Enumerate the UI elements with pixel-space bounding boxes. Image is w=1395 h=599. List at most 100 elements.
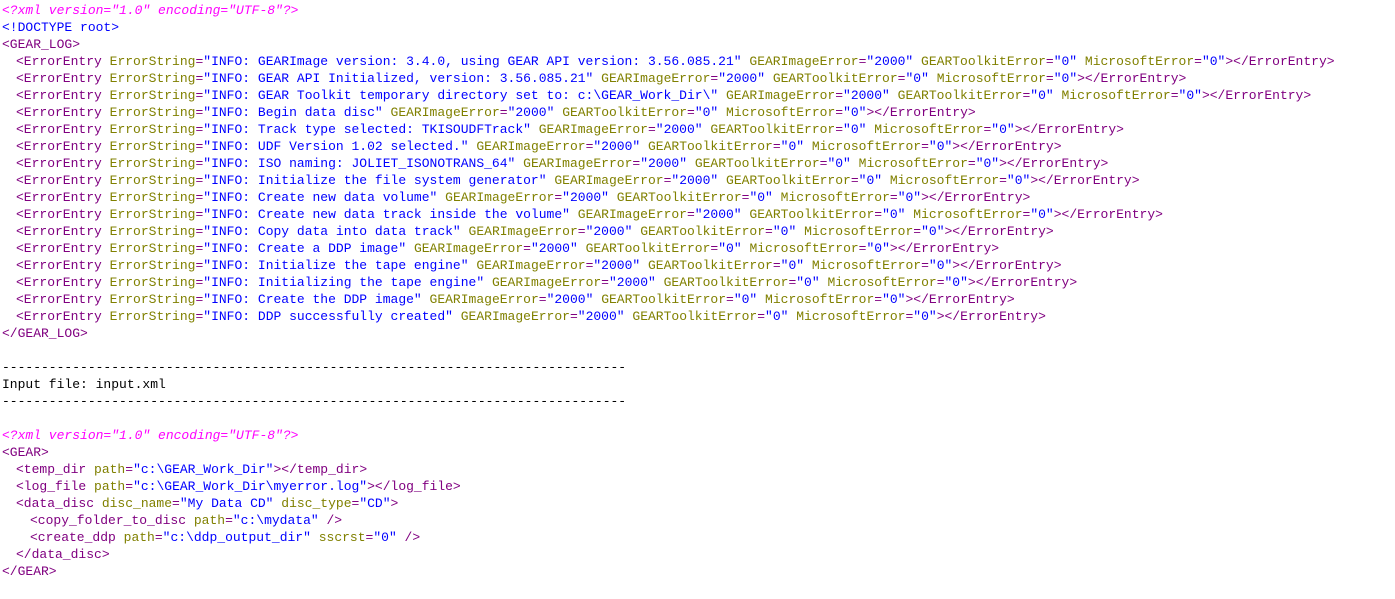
attr-value: "INFO: GEAR API Initialized, version: 3.… [203, 71, 593, 86]
attr-name: GEARToolkitError [664, 275, 789, 290]
error-entry: <ErrorEntry ErrorString="INFO: Copy data… [2, 223, 1393, 240]
error-entry-tag: <ErrorEntry [16, 173, 102, 188]
attr-value: "0" [898, 190, 921, 205]
attr-value: "2000" [593, 139, 640, 154]
attr-name: path [124, 530, 155, 545]
gear-close: </GEAR> [2, 563, 1393, 580]
error-entry-close: ></ErrorEntry> [952, 258, 1061, 273]
separator: ----------------------------------------… [2, 359, 1393, 376]
data-disc-open: <data_disc disc_name="My Data CD" disc_t… [2, 495, 1393, 512]
attr-name: MicrosoftError [1062, 88, 1171, 103]
error-entry-close: ></ErrorEntry> [945, 224, 1054, 239]
attr-value: "2000" [671, 173, 718, 188]
attr-name: GEARToolkitError [695, 156, 820, 171]
error-entry: <ErrorEntry ErrorString="INFO: Track typ… [2, 121, 1393, 138]
attr-value: "0" [718, 241, 741, 256]
attr-name: ErrorString [110, 241, 196, 256]
error-entry-tag: <ErrorEntry [16, 258, 102, 273]
error-entry-tag: <ErrorEntry [16, 122, 102, 137]
attr-value: "2000" [593, 258, 640, 273]
attr-value: "0" [695, 105, 718, 120]
error-entry-tag: <ErrorEntry [16, 105, 102, 120]
attr-value: "0" [991, 122, 1014, 137]
attr-value: "2000" [531, 241, 578, 256]
error-entry-close: ></ErrorEntry> [866, 105, 975, 120]
attr-value: "c:\GEAR_Work_Dir" [133, 462, 273, 477]
attr-name: ErrorString [110, 292, 196, 307]
attr-value: "0" [1179, 88, 1202, 103]
attr-value: "0" [1007, 173, 1030, 188]
separator: ----------------------------------------… [2, 393, 1393, 410]
error-entry-tag: <ErrorEntry [16, 156, 102, 171]
attr-value: "0" [1054, 71, 1077, 86]
error-entry: <ErrorEntry ErrorString="INFO: Create ne… [2, 189, 1393, 206]
attr-value: "0" [734, 292, 757, 307]
attr-name: ErrorString [110, 173, 196, 188]
error-entry-tag: <ErrorEntry [16, 71, 102, 86]
attr-name: GEARImageError [461, 309, 570, 324]
error-entry: <ErrorEntry ErrorString="INFO: Begin dat… [2, 104, 1393, 121]
temp-dir-tag: <temp_dir [16, 462, 86, 477]
attr-value: "0" [882, 207, 905, 222]
attr-name: GEARImageError [554, 173, 663, 188]
attr-value: "CD" [359, 496, 390, 511]
attr-name: ErrorString [110, 258, 196, 273]
error-entry-tag: <ErrorEntry [16, 241, 102, 256]
attr-value: "2000" [578, 309, 625, 324]
error-entry: <ErrorEntry ErrorString="INFO: Initializ… [2, 274, 1393, 291]
attr-name: MicrosoftError [749, 241, 858, 256]
attr-name: path [194, 513, 225, 528]
error-entry-close: ></ErrorEntry> [1054, 207, 1163, 222]
attr-name: ErrorString [110, 190, 196, 205]
attr-name: GEARToolkitError [898, 88, 1023, 103]
attr-value: "c:\GEAR_Work_Dir\myerror.log" [133, 479, 367, 494]
attr-value: "0" [1030, 207, 1053, 222]
attr-name: GEARImageError [391, 105, 500, 120]
attr-name: ErrorString [110, 88, 196, 103]
attr-name: GEARToolkitError [562, 105, 687, 120]
attr-value: "0" [929, 258, 952, 273]
attr-value: "INFO: Create new data track inside the … [203, 207, 570, 222]
attr-value: "0" [882, 292, 905, 307]
attr-value: "2000" [508, 105, 555, 120]
attr-value: "2000" [656, 122, 703, 137]
attr-value: "0" [373, 530, 396, 545]
attr-name: GEARImageError [749, 54, 858, 69]
attr-value: "0" [827, 156, 850, 171]
attr-name: GEARImageError [601, 71, 710, 86]
error-entry: <ErrorEntry ErrorString="INFO: Initializ… [2, 257, 1393, 274]
error-entry: <ErrorEntry ErrorString="INFO: Create a … [2, 240, 1393, 257]
attr-name: disc_name [102, 496, 172, 511]
attr-name: MicrosoftError [726, 105, 835, 120]
attr-value: "0" [773, 224, 796, 239]
attr-name: MicrosoftError [913, 207, 1022, 222]
error-entry-tag: <ErrorEntry [16, 139, 102, 154]
error-entry-close: ></ErrorEntry> [952, 139, 1061, 154]
error-entry-close: ></ErrorEntry> [1225, 54, 1334, 69]
temp-dir: <temp_dir path="c:\GEAR_Work_Dir"></temp… [2, 461, 1393, 478]
attr-value: "c:\mydata" [233, 513, 319, 528]
error-entry-tag: <ErrorEntry [16, 88, 102, 103]
attr-value: "INFO: GEAR Toolkit temporary directory … [203, 88, 718, 103]
attr-value: "0" [866, 241, 889, 256]
attr-name: GEARImageError [476, 139, 585, 154]
error-entry-close: ></ErrorEntry> [921, 190, 1030, 205]
xml-log-document: <?xml version="1.0" encoding="UTF-8"?><!… [2, 2, 1393, 580]
attr-value: "INFO: Initialize the tape engine" [203, 258, 468, 273]
attr-value: "0" [976, 156, 999, 171]
attr-name: MicrosoftError [765, 292, 874, 307]
attr-value: "0" [843, 122, 866, 137]
attr-value: "INFO: Begin data disc" [203, 105, 382, 120]
attr-name: disc_type [281, 496, 351, 511]
attr-value: "INFO: Initializing the tape engine" [203, 275, 484, 290]
attr-name: GEARImageError [726, 88, 835, 103]
attr-name: MicrosoftError [804, 224, 913, 239]
error-entry-close: ></ErrorEntry> [968, 275, 1077, 290]
attr-value: "2000" [695, 207, 742, 222]
attr-name: GEARImageError [469, 224, 578, 239]
attr-name: GEARImageError [430, 292, 539, 307]
error-entry-tag: <ErrorEntry [16, 207, 102, 222]
attr-value: "0" [945, 275, 968, 290]
attr-value: "c:\ddp_output_dir" [163, 530, 311, 545]
attr-value: "0" [913, 309, 936, 324]
